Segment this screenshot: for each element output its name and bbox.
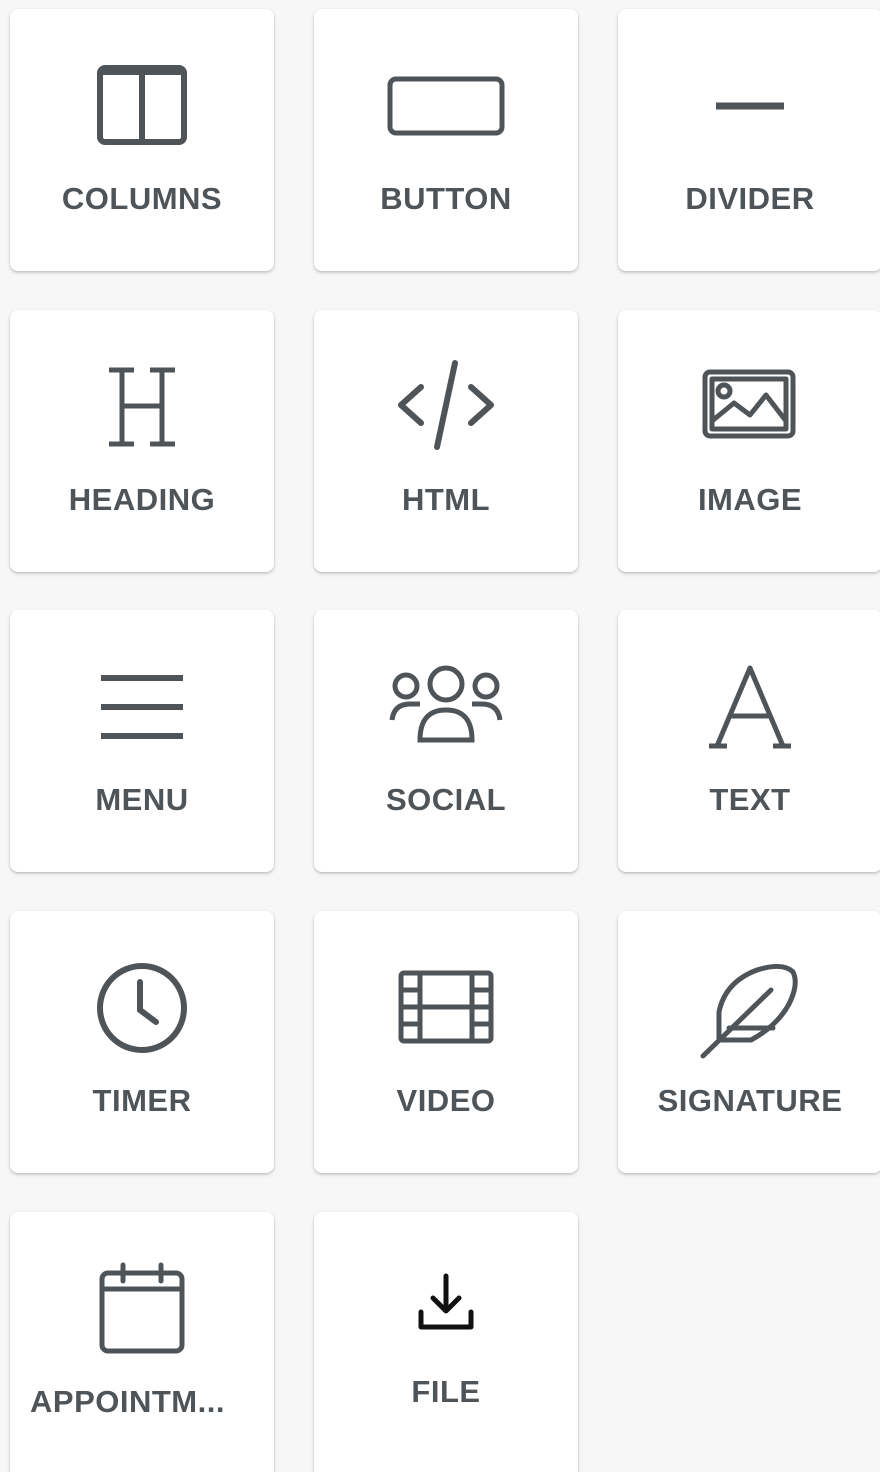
menu-icon <box>10 652 274 762</box>
calendar-icon <box>10 1254 274 1364</box>
clock-icon <box>10 953 274 1063</box>
tile-columns[interactable]: COLUMNS <box>10 9 274 271</box>
heading-icon <box>10 352 274 462</box>
columns-icon <box>10 51 274 161</box>
image-icon <box>618 352 880 462</box>
tile-label: FILE <box>411 1374 481 1409</box>
tile-signature[interactable]: SIGNATURE <box>618 911 880 1173</box>
content-blocks-grid: COLUMNS BUTTON DIVIDER HEADING HTML IMAG… <box>0 0 880 1472</box>
tile-image[interactable]: IMAGE <box>618 310 880 572</box>
tile-heading[interactable]: HEADING <box>10 310 274 572</box>
tile-label: SIGNATURE <box>657 1083 843 1118</box>
tile-label: SOCIAL <box>385 782 507 817</box>
divider-icon <box>618 51 880 161</box>
tile-label: TIMER <box>92 1083 192 1118</box>
tile-label: COLUMNS <box>61 181 223 216</box>
tile-label: VIDEO <box>396 1083 496 1118</box>
tile-text[interactable]: TEXT <box>618 610 880 872</box>
social-people-icon <box>314 652 578 762</box>
tile-timer[interactable]: TIMER <box>10 911 274 1173</box>
text-icon <box>618 652 880 762</box>
tile-label: APPOINTM... <box>30 1384 225 1419</box>
tile-appointment[interactable]: APPOINTM... <box>10 1212 274 1472</box>
tile-label: IMAGE <box>697 482 803 517</box>
tile-divider[interactable]: DIVIDER <box>618 9 880 271</box>
tile-label: TEXT <box>709 782 791 817</box>
feather-icon <box>618 953 880 1063</box>
tile-button[interactable]: BUTTON <box>314 9 578 271</box>
tile-file[interactable]: FILE <box>314 1212 578 1472</box>
tile-label: HTML <box>401 482 491 517</box>
film-icon <box>314 953 578 1063</box>
html-code-icon <box>314 352 578 462</box>
button-icon <box>314 51 578 161</box>
tile-label: BUTTON <box>380 181 512 216</box>
tile-label: DIVIDER <box>685 181 815 216</box>
tile-social[interactable]: SOCIAL <box>314 610 578 872</box>
download-icon <box>314 1262 578 1342</box>
tile-label: HEADING <box>68 482 216 517</box>
tile-html[interactable]: HTML <box>314 310 578 572</box>
tile-video[interactable]: VIDEO <box>314 911 578 1173</box>
tile-label: MENU <box>95 782 189 817</box>
tile-menu[interactable]: MENU <box>10 610 274 872</box>
